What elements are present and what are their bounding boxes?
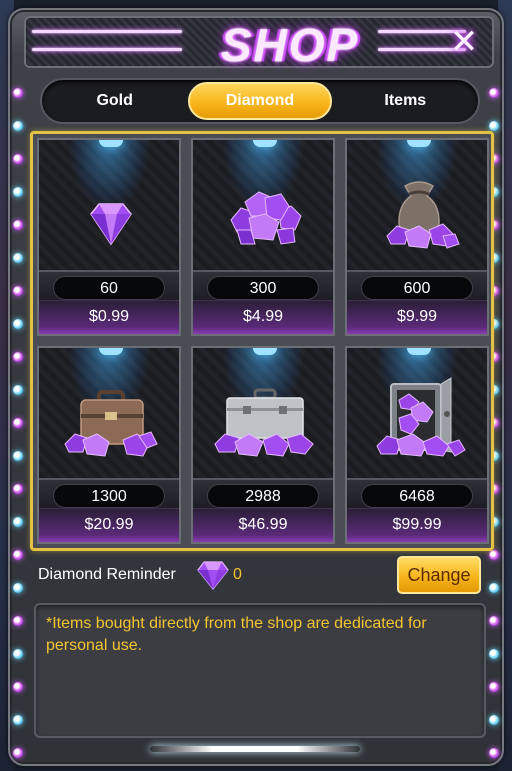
marquee-bulb bbox=[13, 517, 23, 527]
product-card-300[interactable]: 300 $4.99 bbox=[191, 138, 335, 336]
product-price-button[interactable]: $0.99 bbox=[39, 300, 179, 334]
gem-briefcase-icon bbox=[64, 390, 158, 457]
marquee-bulb bbox=[489, 121, 499, 131]
marquee-bulb bbox=[13, 682, 23, 692]
change-button[interactable]: Change bbox=[397, 556, 481, 594]
diamond-icon bbox=[197, 561, 229, 590]
notice-text: *Items bought directly from the shop are… bbox=[46, 615, 427, 654]
quantity-bar: 60 bbox=[39, 270, 179, 304]
product-price-button[interactable]: $46.99 bbox=[193, 508, 333, 542]
product-card-1300[interactable]: 1300 $20.99 bbox=[37, 346, 181, 544]
gem-sack-icon bbox=[386, 181, 460, 249]
gem-suitcase-icon bbox=[214, 388, 314, 457]
marquee-bulb bbox=[13, 451, 23, 461]
marquee-bulb bbox=[13, 418, 23, 428]
marquee-bulb bbox=[13, 154, 23, 164]
neon-line bbox=[32, 48, 182, 51]
marquee-bulb bbox=[13, 286, 23, 296]
marquee-bulb bbox=[13, 319, 23, 329]
product-quantity: 300 bbox=[207, 276, 319, 300]
bottom-glow-bar bbox=[150, 746, 360, 752]
category-tabs: Gold Diamond Items bbox=[40, 78, 480, 124]
product-quantity: 60 bbox=[53, 276, 165, 300]
marquee-bulb bbox=[13, 616, 23, 626]
gem-pile-icon bbox=[230, 191, 302, 245]
product-card-2988[interactable]: 2988 $46.99 bbox=[191, 346, 335, 544]
diamond-reminder-label: Diamond Reminder bbox=[38, 566, 176, 583]
marquee-bulb bbox=[13, 187, 23, 197]
marquee-bulb bbox=[13, 715, 23, 725]
marquee-bulb bbox=[489, 616, 499, 626]
diamond-reminder-count: 0 bbox=[233, 566, 242, 583]
product-price-button[interactable]: $9.99 bbox=[347, 300, 487, 334]
marquee-bulb bbox=[489, 682, 499, 692]
marquee-bulb bbox=[13, 88, 23, 98]
marquee-bulb bbox=[13, 385, 23, 395]
quantity-bar: 300 bbox=[193, 270, 333, 304]
marquee-bulb bbox=[489, 715, 499, 725]
product-quantity: 2988 bbox=[207, 484, 319, 508]
marquee-bulb bbox=[13, 583, 23, 593]
marquee-bulb bbox=[489, 88, 499, 98]
marquee-bulb bbox=[13, 748, 23, 758]
product-price-button[interactable]: $99.99 bbox=[347, 508, 487, 542]
marquee-bulb bbox=[13, 649, 23, 659]
single-gem-icon bbox=[90, 203, 132, 246]
quantity-bar: 600 bbox=[347, 270, 487, 304]
marquee-bulb bbox=[489, 583, 499, 593]
product-price-button[interactable]: $4.99 bbox=[193, 300, 333, 334]
product-card-60[interactable]: 60 $0.99 bbox=[37, 138, 181, 336]
marquee-bulb bbox=[13, 352, 23, 362]
marquee-bulb bbox=[489, 748, 499, 758]
shop-title: SHOP bbox=[220, 19, 360, 71]
tab-gold[interactable]: Gold bbox=[43, 82, 187, 120]
product-card-600[interactable]: 600 $9.99 bbox=[345, 138, 489, 336]
quantity-bar: 6468 bbox=[347, 478, 487, 512]
marquee-bulb bbox=[13, 220, 23, 230]
marquee-bulb bbox=[489, 649, 499, 659]
quantity-bar: 2988 bbox=[193, 478, 333, 512]
tab-items[interactable]: Items bbox=[333, 82, 477, 120]
shop-header: SHOP ✕ bbox=[24, 16, 494, 68]
product-price-button[interactable]: $20.99 bbox=[39, 508, 179, 542]
tab-diamond[interactable]: Diamond bbox=[187, 82, 332, 120]
product-quantity: 6468 bbox=[361, 484, 473, 508]
product-quantity: 1300 bbox=[53, 484, 165, 508]
product-quantity: 600 bbox=[361, 276, 473, 300]
marquee-bulb bbox=[13, 550, 23, 560]
product-card-6468[interactable]: 6468 $99.99 bbox=[345, 346, 489, 544]
neon-line bbox=[32, 30, 182, 33]
marquee-bulb bbox=[13, 121, 23, 131]
product-grid: 60 $0.99 300 $4.99 600 $9.99 1300 $20.99… bbox=[30, 131, 494, 551]
quantity-bar: 1300 bbox=[39, 478, 179, 512]
notice-box: *Items bought directly from the shop are… bbox=[34, 603, 486, 738]
marquee-bulb bbox=[13, 253, 23, 263]
close-button[interactable]: ✕ bbox=[446, 24, 482, 60]
marquee-bulb bbox=[489, 550, 499, 560]
marquee-bulb bbox=[13, 484, 23, 494]
gem-vault-icon bbox=[376, 377, 466, 457]
